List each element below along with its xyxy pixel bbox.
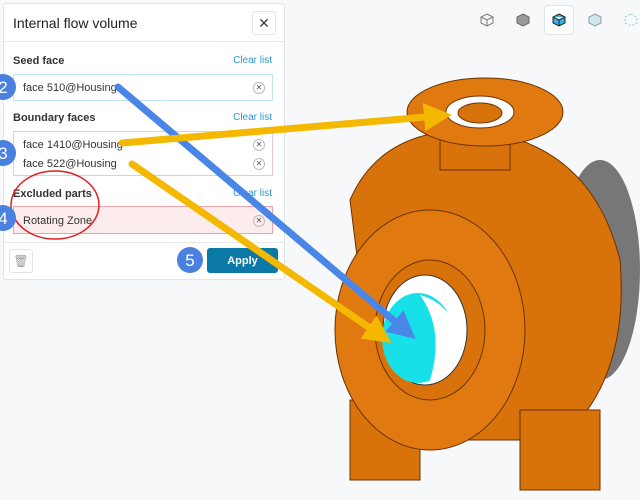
excluded-parts-field[interactable]: Rotating Zone ✕ (13, 206, 273, 234)
remove-icon[interactable]: ✕ (253, 81, 265, 94)
boundary-clear-list-link[interactable]: Clear list (233, 112, 272, 123)
excluded-parts-label: Excluded parts (13, 188, 92, 200)
excluded-clear-list-link[interactable]: Clear list (233, 188, 272, 199)
seed-face-label: Seed face (13, 55, 65, 67)
list-item: face 1410@Housing ✕ (14, 135, 272, 154)
footer-divider (4, 242, 284, 243)
apply-button[interactable]: Apply (207, 248, 278, 273)
internal-flow-volume-panel: Internal flow volume ✕ Seed face Clear l… (3, 3, 285, 280)
trash-icon[interactable]: 🗑 (9, 249, 33, 273)
panel-title: Internal flow volume (4, 4, 284, 42)
remove-icon[interactable]: ✕ (253, 214, 265, 227)
list-item: face 522@Housing ✕ (14, 154, 272, 173)
seed-clear-list-link[interactable]: Clear list (233, 55, 272, 66)
boundary-faces-label: Boundary faces (13, 112, 96, 124)
close-icon[interactable]: ✕ (252, 11, 276, 35)
boundary-faces-field[interactable]: face 1410@Housing ✕ face 522@Housing ✕ (13, 131, 273, 176)
list-item: face 510@Housing ✕ (14, 78, 272, 97)
remove-icon[interactable]: ✕ (253, 138, 265, 151)
seed-face-field[interactable]: face 510@Housing ✕ (13, 74, 273, 101)
list-item: Rotating Zone ✕ (14, 211, 272, 230)
remove-icon[interactable]: ✕ (253, 157, 265, 170)
